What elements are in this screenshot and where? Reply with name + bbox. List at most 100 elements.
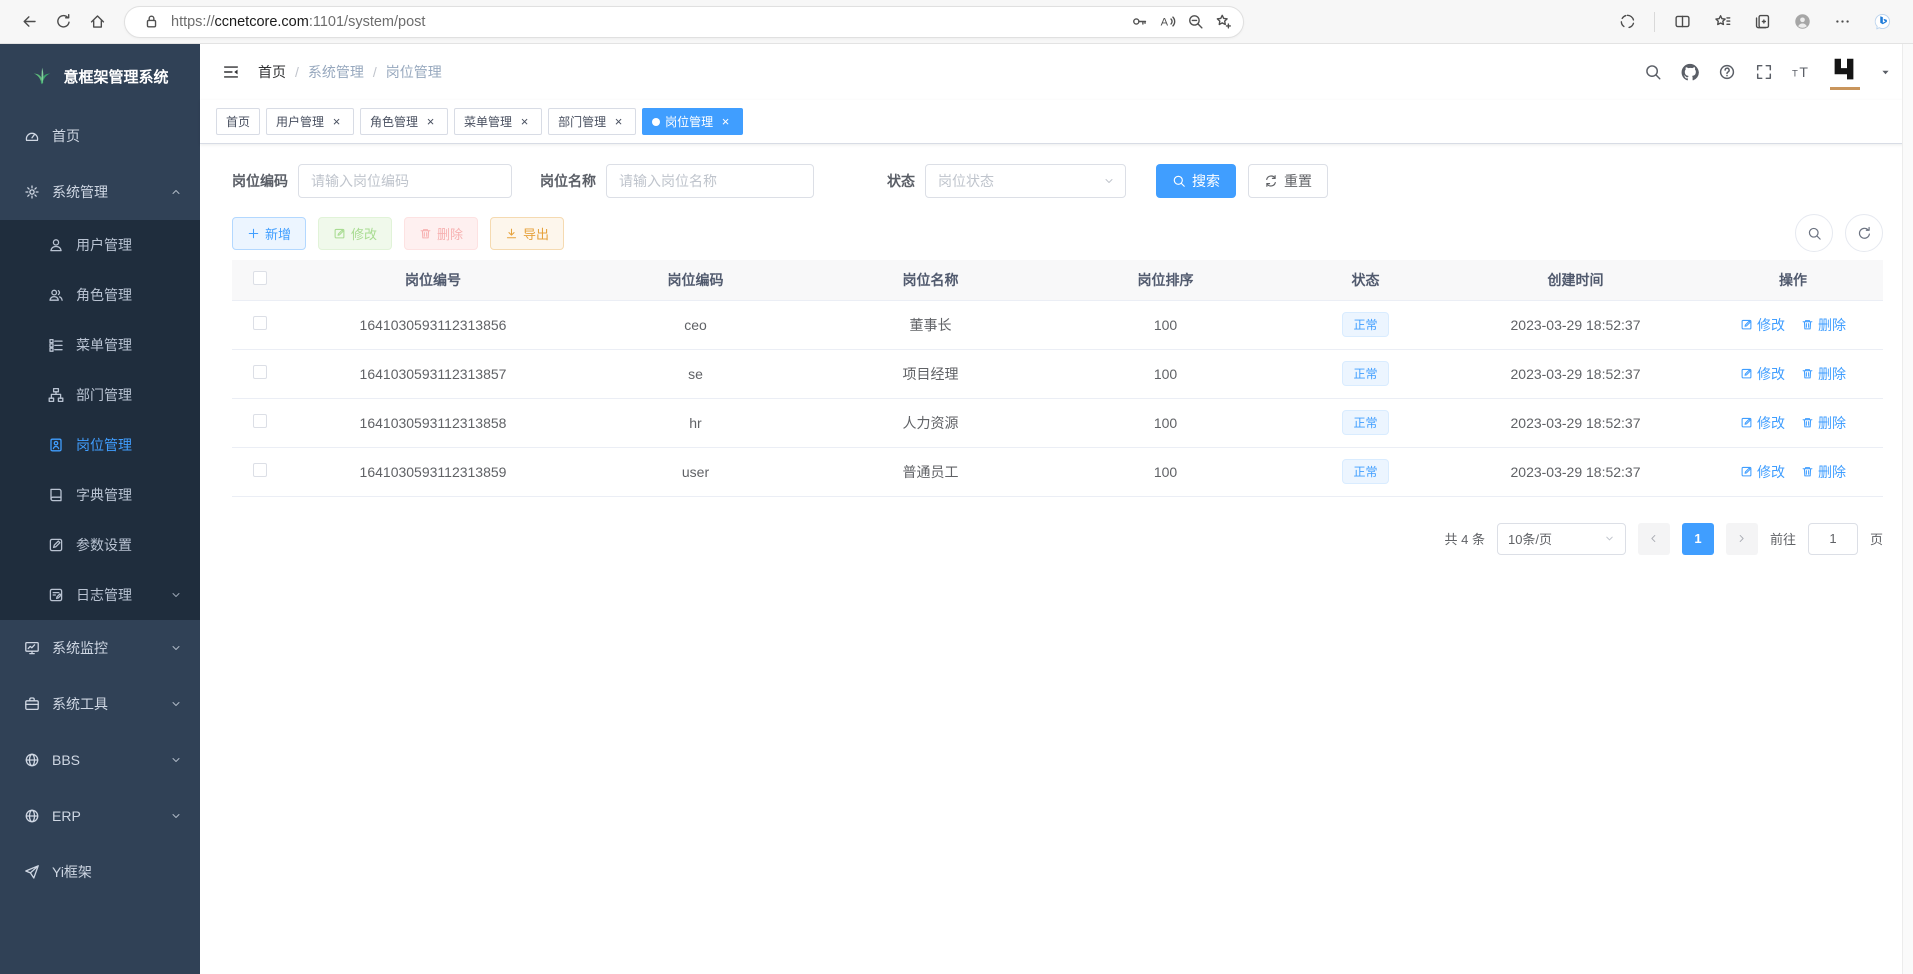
page-size-select[interactable]: 10条/页: [1497, 523, 1626, 555]
key-icon[interactable]: [1125, 8, 1153, 36]
favorites-icon[interactable]: [1705, 5, 1739, 39]
tab-close-icon[interactable]: ×: [718, 114, 733, 129]
breadcrumb-item-1[interactable]: 系统管理: [308, 62, 364, 82]
next-page-button[interactable]: [1726, 523, 1758, 555]
tab-home[interactable]: 首页: [216, 108, 260, 135]
row-edit-button[interactable]: 修改: [1740, 364, 1785, 384]
row-edit-button[interactable]: 修改: [1740, 413, 1785, 433]
sidebar-item-label: 角色管理: [76, 285, 132, 305]
refresh-icon[interactable]: [46, 5, 80, 39]
vertical-scrollbar[interactable]: [1902, 44, 1913, 974]
toolbar-refresh-button[interactable]: [1845, 214, 1883, 252]
more-icon[interactable]: [1825, 5, 1859, 39]
split-screen-icon[interactable]: [1665, 5, 1699, 39]
sidebar-item-post[interactable]: 岗位管理: [0, 420, 200, 470]
search-icon[interactable]: [1644, 63, 1662, 81]
chevron-down-icon[interactable]: [1880, 67, 1891, 78]
page-button-1[interactable]: 1: [1682, 523, 1714, 555]
tab-close-icon[interactable]: ×: [423, 114, 438, 129]
collapse-sidebar-icon[interactable]: [222, 63, 240, 81]
sidebar-item-tool[interactable]: 系统工具: [0, 676, 200, 732]
goto-page-input[interactable]: [1808, 523, 1858, 555]
add-button[interactable]: 新增: [232, 217, 306, 250]
delete-button[interactable]: 删除: [404, 217, 478, 250]
post-name-input[interactable]: [606, 164, 814, 198]
prev-page-button[interactable]: [1638, 523, 1670, 555]
sidebar-item-role[interactable]: 角色管理: [0, 270, 200, 320]
help-icon[interactable]: [1718, 63, 1736, 81]
sidebar-item-log[interactable]: 日志管理: [0, 570, 200, 620]
row-delete-button[interactable]: 删除: [1801, 462, 1846, 482]
zoom-out-icon[interactable]: [1181, 8, 1209, 36]
column-header: 操作: [1703, 260, 1883, 300]
breadcrumb-item-0[interactable]: 首页: [258, 62, 286, 82]
edit-button[interactable]: 修改: [318, 217, 392, 250]
add-favorite-icon[interactable]: [1209, 8, 1237, 36]
tab-menu[interactable]: 菜单管理×: [454, 108, 542, 135]
github-icon[interactable]: [1681, 63, 1699, 81]
lock-icon[interactable]: [137, 8, 165, 36]
sidebar-item-dict[interactable]: 字典管理: [0, 470, 200, 520]
row-checkbox[interactable]: [253, 316, 267, 330]
column-header: 岗位编码: [578, 260, 813, 300]
column-header-label: 岗位编号: [405, 272, 461, 288]
post-code-input[interactable]: [298, 164, 512, 198]
tab-close-icon[interactable]: ×: [517, 114, 532, 129]
toolbar-search-button[interactable]: [1795, 214, 1833, 252]
tab-dept[interactable]: 部门管理×: [548, 108, 636, 135]
sidebar-item-dept[interactable]: 部门管理: [0, 370, 200, 420]
extensions-icon[interactable]: [1610, 5, 1644, 39]
sidebar-item-erp[interactable]: ERP: [0, 788, 200, 844]
edit-icon: [1740, 465, 1753, 478]
row-delete-button[interactable]: 删除: [1801, 364, 1846, 384]
total-count: 共 4 条: [1445, 529, 1485, 548]
row-delete-button[interactable]: 删除: [1801, 315, 1846, 335]
select-all-header: [232, 260, 288, 300]
sidebar-menu: 首页系统管理用户管理角色管理菜单管理部门管理岗位管理字典管理参数设置日志管理系统…: [0, 108, 200, 900]
read-aloud-icon[interactable]: A: [1153, 8, 1181, 36]
row-delete-button[interactable]: 删除: [1801, 413, 1846, 433]
tab-role[interactable]: 角色管理×: [360, 108, 448, 135]
bing-icon[interactable]: [1865, 5, 1899, 39]
main-header: 首页/系统管理/岗位管理 TT: [200, 44, 1913, 100]
font-size-icon[interactable]: TT: [1792, 63, 1810, 81]
breadcrumb-separator: /: [295, 64, 299, 80]
row-delete-label: 删除: [1818, 462, 1846, 482]
profile-avatar-icon[interactable]: [1785, 5, 1819, 39]
tab-post[interactable]: 岗位管理×: [642, 108, 743, 135]
row-edit-button[interactable]: 修改: [1740, 315, 1785, 335]
sidebar-item-menu[interactable]: 菜单管理: [0, 320, 200, 370]
chevron-down-icon: [1103, 175, 1115, 187]
button-label: 导出: [523, 224, 549, 243]
sidebar-item-label: 菜单管理: [76, 335, 132, 355]
sidebar-item-user[interactable]: 用户管理: [0, 220, 200, 270]
sidebar-item-param[interactable]: 参数设置: [0, 520, 200, 570]
select-all-checkbox[interactable]: [253, 271, 267, 285]
sidebar-item-system[interactable]: 系统管理: [0, 164, 200, 220]
reset-button[interactable]: 重置: [1248, 164, 1328, 198]
search-button[interactable]: 搜索: [1156, 164, 1236, 198]
breadcrumb: 首页/系统管理/岗位管理: [258, 62, 442, 82]
export-button[interactable]: 导出: [490, 217, 564, 250]
button-label: 修改: [351, 224, 377, 243]
row-checkbox[interactable]: [253, 414, 267, 428]
breadcrumb-item-2: 岗位管理: [386, 62, 442, 82]
home-icon[interactable]: [80, 5, 114, 39]
row-checkbox[interactable]: [253, 463, 267, 477]
sidebar-item-bbs[interactable]: BBS: [0, 732, 200, 788]
tab-close-icon[interactable]: ×: [329, 114, 344, 129]
post-icon: [48, 437, 64, 453]
user-avatar[interactable]: [1829, 54, 1861, 90]
back-icon[interactable]: [12, 5, 46, 39]
status-select[interactable]: 岗位状态: [925, 164, 1126, 198]
sidebar-item-monitor[interactable]: 系统监控: [0, 620, 200, 676]
tab-user[interactable]: 用户管理×: [266, 108, 354, 135]
address-bar[interactable]: https://ccnetcore.com:1101/system/post A: [124, 6, 1244, 38]
sidebar-item-home[interactable]: 首页: [0, 108, 200, 164]
row-edit-button[interactable]: 修改: [1740, 462, 1785, 482]
fullscreen-icon[interactable]: [1755, 63, 1773, 81]
row-checkbox[interactable]: [253, 365, 267, 379]
tab-close-icon[interactable]: ×: [611, 114, 626, 129]
collections-icon[interactable]: [1745, 5, 1779, 39]
sidebar-item-yi[interactable]: Yi框架: [0, 844, 200, 900]
